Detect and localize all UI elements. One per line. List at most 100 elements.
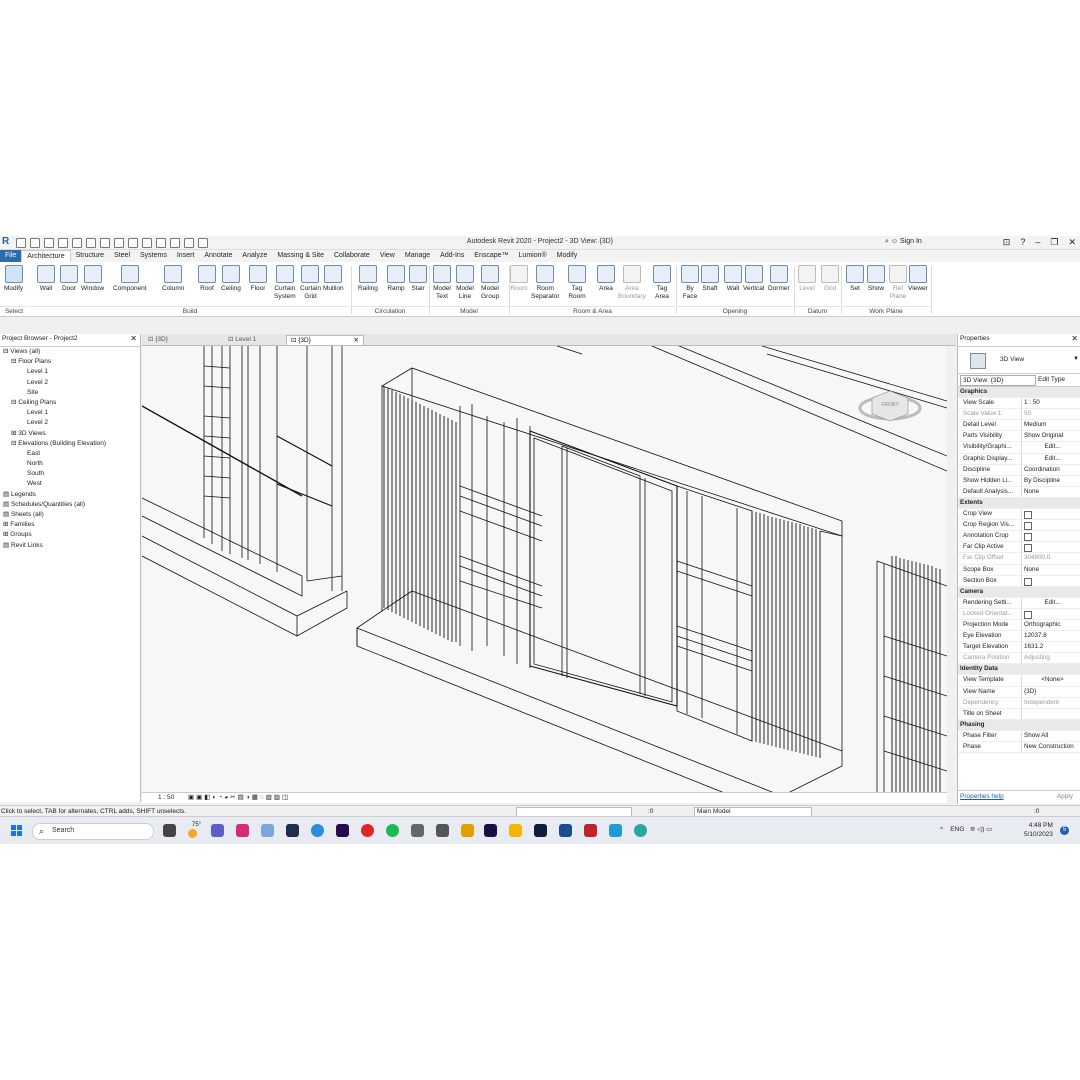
property-value[interactable]: Show Original [1021, 431, 1080, 442]
browser-item[interactable]: Level 2 [0, 418, 140, 428]
tab-view[interactable]: View [375, 250, 400, 262]
browser-item[interactable]: ⊞ 3D Views [0, 429, 140, 439]
property-edit-button[interactable]: <None> [1021, 675, 1080, 686]
system-tray[interactable]: ^ ENG ≋ ◁) ▭ [940, 825, 992, 833]
viewer-button[interactable]: Viewer [908, 265, 928, 293]
property-section[interactable]: Camera [958, 586, 1080, 598]
property-edit-button[interactable]: Edit... [1021, 597, 1080, 608]
by-face-button[interactable]: By Face [681, 265, 699, 301]
tab-insert[interactable]: Insert [172, 250, 200, 262]
property-value[interactable]: Independent [1021, 697, 1080, 708]
view-scale[interactable]: 1 : 50 [158, 794, 174, 801]
model-line-button[interactable]: Model Line [456, 265, 474, 301]
window-button[interactable]: Window [81, 265, 104, 293]
property-value[interactable] [1021, 708, 1080, 719]
tab-massing-site[interactable]: Massing & Site [272, 250, 329, 262]
room-button[interactable]: Room [510, 265, 528, 293]
select-group-label[interactable]: Select [0, 306, 28, 315]
property-value[interactable]: 12037.8 [1021, 631, 1080, 642]
property-value[interactable]: 304800.0 [1021, 553, 1080, 564]
curtain-grid-button[interactable]: Curtain Grid [300, 265, 321, 301]
checkbox[interactable] [1024, 533, 1032, 542]
weather-label[interactable]: 75° [192, 822, 201, 828]
teams-icon[interactable] [211, 824, 224, 837]
floor-button[interactable]: Floor [249, 265, 267, 293]
properties-help-link[interactable]: Properties help [960, 793, 1004, 800]
autocad-icon[interactable] [584, 824, 597, 837]
area-boundary-button[interactable]: Area Boundary [618, 265, 646, 301]
grid-button[interactable]: Grid [821, 265, 839, 293]
media-player-icon[interactable] [461, 824, 474, 837]
browser-item[interactable]: ⊟ Views (all) [0, 347, 140, 357]
spotify-icon[interactable] [386, 824, 399, 837]
browser-item[interactable]: South [0, 469, 140, 479]
tab-file[interactable]: File [0, 250, 22, 262]
property-section[interactable]: Identity Data [958, 664, 1080, 676]
property-value[interactable]: Show All [1021, 730, 1080, 741]
browser-item[interactable]: East [0, 449, 140, 459]
modify-button[interactable]: Modify [4, 265, 23, 293]
browser-item[interactable]: Site [0, 388, 140, 398]
tab-modify[interactable]: Modify [552, 250, 583, 262]
close-icon[interactable]: ✕ [1071, 334, 1078, 343]
stair-button[interactable]: Stair [409, 265, 427, 293]
show-button[interactable]: Show [867, 265, 885, 293]
close-icon[interactable]: ✕ [354, 336, 359, 344]
revit-taskbar-icon[interactable] [559, 824, 572, 837]
sign-in-link[interactable]: ⌕ ☺ Sign In [885, 238, 922, 246]
model-text-button[interactable]: Model Text [433, 265, 451, 301]
property-value[interactable]: None [1021, 564, 1080, 575]
roof-button[interactable]: Roof [198, 265, 216, 293]
taskbar-search[interactable]: ⌕ Search [32, 823, 154, 840]
ceiling-button[interactable]: Ceiling [221, 265, 241, 293]
property-value[interactable]: 1 : 50 [1021, 398, 1080, 409]
browser-item[interactable]: Level 2 [0, 378, 140, 388]
browser-item[interactable]: ▤ Schedules/Quantities (all) [0, 500, 140, 510]
model-group-button[interactable]: Model Group [481, 265, 499, 301]
language-indicator[interactable]: ENG [950, 826, 964, 833]
battery-icon[interactable]: ▭ [986, 826, 992, 833]
property-checkbox[interactable] [1021, 509, 1080, 520]
tab-architecture[interactable]: Architecture [21, 250, 71, 262]
taskbar-clock[interactable]: 4:48 PM 5/10/2023 [1024, 821, 1053, 839]
property-value[interactable]: By Discipline [1021, 475, 1080, 486]
property-value[interactable]: 1631.2 [1021, 642, 1080, 653]
maximize-icon[interactable]: ❐ [1050, 237, 1058, 248]
browser-item[interactable]: ⊞ Groups [0, 530, 140, 540]
lightroom-icon[interactable] [286, 824, 299, 837]
type-selector[interactable]: 3D View ▼ [958, 347, 1080, 374]
browser-item[interactable]: ▤ Revit Links [0, 541, 140, 551]
property-checkbox[interactable] [1021, 575, 1080, 586]
tab-annotate[interactable]: Annotate [199, 250, 237, 262]
close-icon[interactable]: ✕ [130, 334, 137, 343]
property-section[interactable]: Extents [958, 497, 1080, 510]
shaft-button[interactable]: Shaft [701, 265, 719, 293]
apply-button[interactable]: Apply [1057, 793, 1073, 800]
browser-item[interactable]: ▤ Legends [0, 490, 140, 500]
view-tab[interactable]: ⊡ {3D} ✕ [286, 335, 364, 345]
property-value[interactable]: None [1021, 486, 1080, 497]
property-checkbox[interactable] [1021, 520, 1080, 531]
tab-systems[interactable]: Systems [135, 250, 172, 262]
door-button[interactable]: Door [60, 265, 78, 293]
wall-button[interactable]: Wall [37, 265, 55, 293]
checkbox[interactable] [1024, 577, 1032, 586]
browser-item[interactable]: ⊟ Elevations (Building Elevation) [0, 439, 140, 449]
browser-item[interactable]: Level 1 [0, 408, 140, 418]
minimize-icon[interactable]: – [1035, 237, 1040, 248]
viewcube[interactable]: FRONT [858, 390, 922, 422]
dormer-button[interactable]: Dormer [768, 265, 790, 293]
browser-item[interactable]: ⊟ Ceiling Plans [0, 398, 140, 408]
browser-item[interactable]: North [0, 459, 140, 469]
level-button[interactable]: Level [798, 265, 816, 293]
property-checkbox[interactable] [1021, 531, 1080, 542]
view-control-icons[interactable]: ▣▣◧◐◔◕✂▤◑▦◌▧▨◫ [188, 793, 290, 801]
browser-item[interactable]: ⊞ Families [0, 520, 140, 530]
curtain-system-button[interactable]: Curtain System [274, 265, 296, 301]
premiere-icon[interactable] [336, 824, 349, 837]
room-separator-button[interactable]: Room Separator [531, 265, 560, 301]
property-checkbox[interactable] [1021, 608, 1080, 619]
opera-icon[interactable] [361, 824, 374, 837]
edit-type-button[interactable]: Edit Type [1038, 375, 1065, 385]
chevron-down-icon[interactable]: ▼ [1073, 356, 1079, 362]
